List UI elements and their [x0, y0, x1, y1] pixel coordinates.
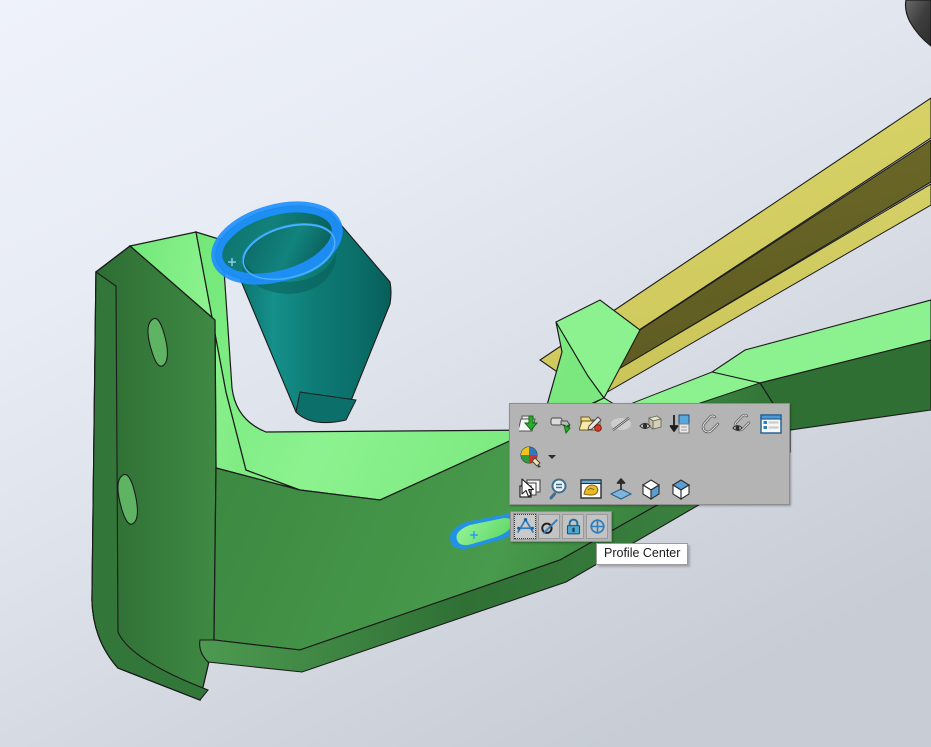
edit-feature-button[interactable] — [576, 409, 606, 439]
feature-window-yellow-icon — [580, 479, 602, 499]
paperclip-eye-icon — [732, 413, 751, 432]
select-other-windows-icon — [519, 479, 541, 498]
magnifier-zoom-to-selection-icon — [549, 478, 567, 500]
isolate-button[interactable] — [636, 474, 666, 504]
context-toolbar-row-1 — [510, 404, 789, 442]
normal-to-button[interactable] — [606, 474, 636, 504]
context-toolbar-row-3 — [510, 472, 789, 506]
profile-center-tooltip: Profile Center — [596, 543, 689, 565]
concentric-circle-icon — [589, 519, 605, 534]
context-toolbar-row-2 — [510, 442, 789, 472]
hide-button[interactable] — [666, 474, 696, 504]
open-folder-green-arrow-icon — [519, 415, 539, 432]
folder-pencil-icon — [579, 416, 602, 432]
paperclip-icon — [701, 414, 720, 434]
feature-button[interactable] — [576, 474, 606, 504]
tangent-button[interactable] — [538, 514, 560, 539]
cad-application-window: Profile Center — [0, 0, 931, 747]
zoom-to-selection-button[interactable] — [546, 474, 576, 504]
profile-center-icon — [516, 517, 534, 533]
lock-icon — [566, 518, 580, 535]
paint-roller-green-plus-icon — [550, 417, 571, 435]
parent-child-button[interactable] — [696, 409, 726, 439]
appearance-sphere-pencil-icon — [520, 446, 541, 468]
hide-show-bodies-eye-icon — [639, 415, 663, 430]
suppress-line-icon — [611, 417, 631, 431]
view-dependencies-button[interactable] — [726, 409, 756, 439]
selection-filter-toolbar[interactable] — [510, 511, 612, 542]
open-box-icon — [641, 479, 661, 500]
properties-list-icon — [760, 414, 782, 434]
concentric-button[interactable] — [586, 514, 608, 539]
lock-button[interactable] — [562, 514, 584, 539]
tangent-line-icon — [540, 518, 558, 535]
collapse-items-button[interactable] — [666, 409, 696, 439]
appearances-button[interactable] — [516, 442, 546, 472]
select-other-button[interactable] — [516, 474, 546, 504]
closed-box-icon — [671, 479, 691, 500]
profile-center-button[interactable] — [513, 513, 537, 540]
graphics-viewport[interactable] — [0, 0, 931, 747]
normal-to-arrow-icon — [609, 478, 633, 500]
collapse-tree-down-arrow-icon — [669, 414, 690, 434]
suppress-button[interactable] — [606, 409, 636, 439]
component-properties-button[interactable] — [756, 409, 786, 439]
context-toolbar[interactable] — [509, 403, 790, 505]
show-hidden-bodies-button[interactable] — [636, 409, 666, 439]
edit-material-button[interactable] — [546, 409, 576, 439]
appearances-dropdown-arrow[interactable] — [546, 444, 558, 470]
open-part-button[interactable] — [516, 409, 546, 439]
